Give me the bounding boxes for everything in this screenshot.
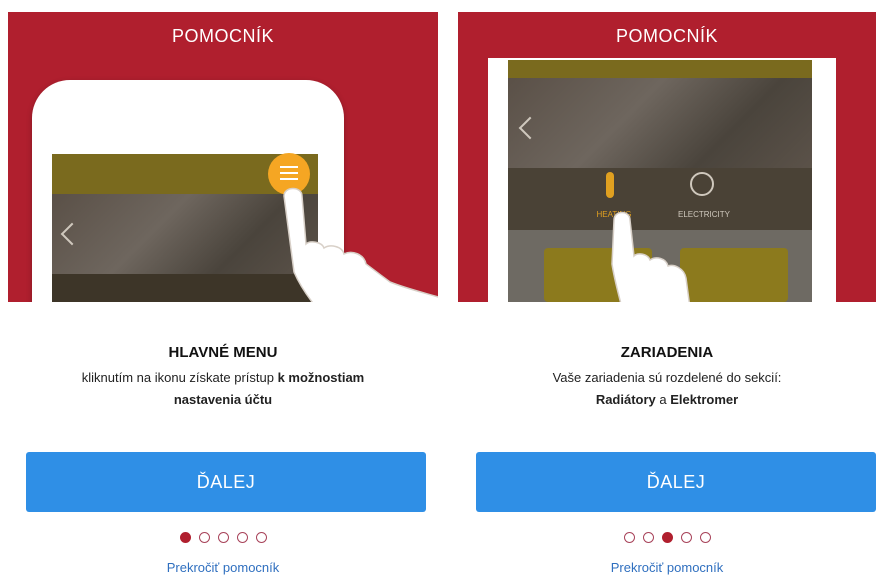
step-description: kliknutím na ikonu získate prístup k mož…: [8, 367, 438, 411]
thermometer-icon: [606, 172, 614, 198]
pagination-dots: [8, 530, 438, 548]
device-tile: [680, 248, 788, 302]
description-bold: k možnostiam: [277, 370, 365, 385]
step-title: ZARIADENIA: [620, 344, 714, 361]
page-dot[interactable]: [236, 532, 248, 543]
next-button[interactable]: ĎALEJ: [26, 452, 426, 512]
page-dot-active[interactable]: [179, 532, 191, 543]
next-button[interactable]: ĎALEJ: [476, 452, 876, 512]
description-bold: Elektromer: [670, 392, 739, 407]
skip-guide-link[interactable]: Prekročiť pomocník: [8, 560, 438, 575]
onboarding-screen-devices: POMOCNÍK HEATING ELECTRICITY ZARIADENIA …: [458, 12, 876, 582]
onboarding-screen-main-menu: POMOCNÍK HLAVNÉ MENU kliknutím na ikonu …: [8, 12, 438, 582]
header-title: POMOCNÍK: [615, 26, 718, 46]
app-header-bar: [508, 60, 812, 78]
electricity-icon: [690, 172, 714, 196]
description-text: Vaše zariadenia sú rozdelené do sekcií:: [552, 370, 782, 385]
step-title: HLAVNÉ MENU: [168, 344, 278, 361]
step-description: Vaše zariadenia sú rozdelené do sekcií: …: [458, 367, 876, 411]
page-dot[interactable]: [198, 532, 210, 543]
page-dot-active[interactable]: [661, 532, 673, 543]
description-text: kliknutím na ikonu získate prístup: [81, 370, 278, 385]
page-dot[interactable]: [699, 532, 711, 543]
page-dot[interactable]: [255, 532, 267, 543]
pagination-dots: [458, 530, 876, 548]
description-bold: nastavenia účtu: [173, 392, 273, 407]
header-title: POMOCNÍK: [171, 26, 274, 46]
pointing-hand-icon: [611, 211, 690, 302]
page-dot[interactable]: [217, 532, 229, 543]
pointing-hand-icon: [283, 187, 438, 302]
page-dot[interactable]: [623, 532, 635, 543]
tutorial-illustration: POMOCNÍK: [8, 12, 438, 302]
page-dot[interactable]: [680, 532, 692, 543]
tutorial-illustration: POMOCNÍK HEATING ELECTRICITY: [458, 12, 876, 302]
skip-guide-link[interactable]: Prekročiť pomocník: [458, 560, 876, 575]
room-photo: [508, 78, 812, 168]
description-text: a: [655, 392, 671, 407]
description-bold: Radiátory: [595, 392, 656, 407]
page-dot[interactable]: [642, 532, 654, 543]
